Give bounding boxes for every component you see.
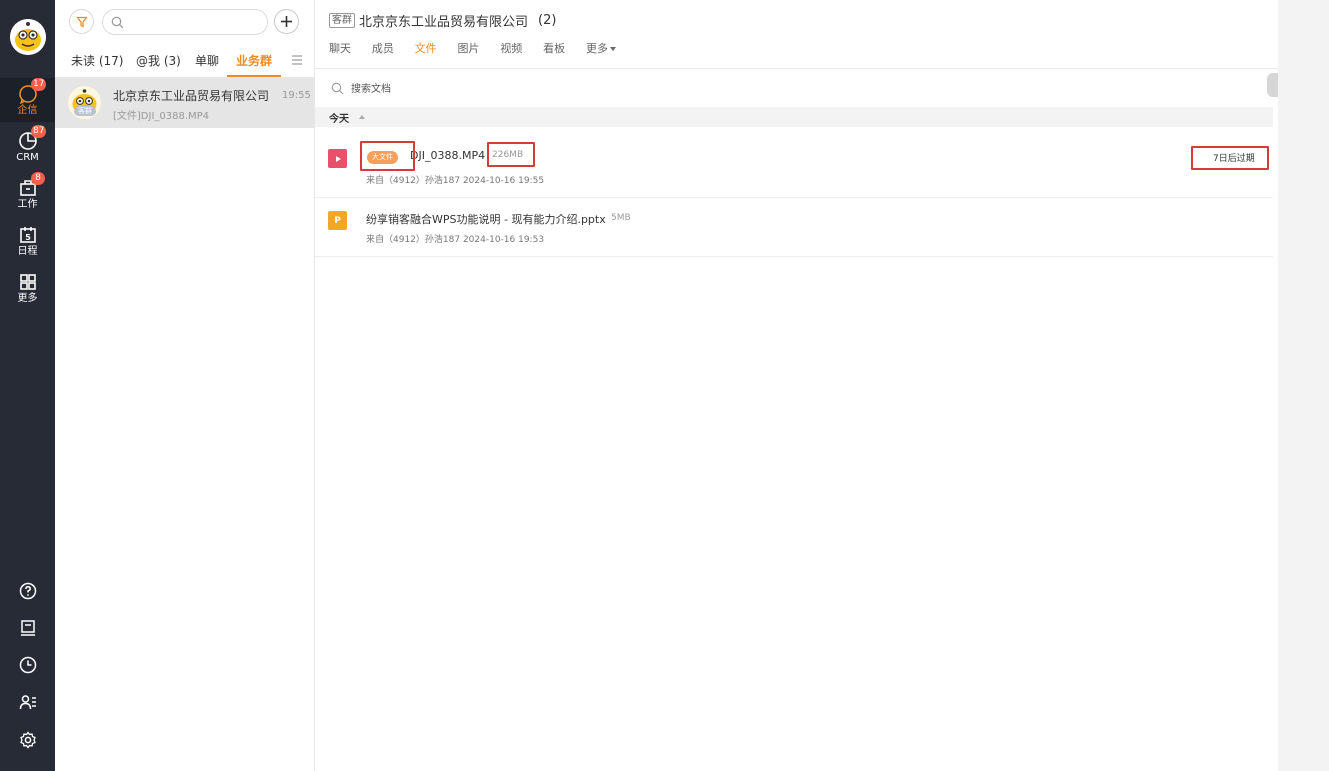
group-avatar: 客群: [68, 86, 101, 119]
document-search[interactable]: [329, 80, 929, 98]
right-side-strip: [1278, 0, 1329, 771]
notebook-icon: [20, 620, 35, 636]
add-button[interactable]: [274, 9, 299, 34]
tab-board[interactable]: 看板: [543, 40, 565, 56]
group-type-tag: 客群: [329, 12, 355, 28]
nav-crm-label: CRM: [16, 152, 39, 163]
conversation-panel: 未读 (17) @我 (3) 单聊 业务群 客群 北京京东工业品贸易有限公司 1…: [55, 0, 315, 771]
conversation-time: 19:55: [282, 90, 311, 101]
file-size: 226MB: [492, 150, 524, 160]
tab-mentions[interactable]: @我 (3): [136, 52, 181, 69]
file-row[interactable]: P 纷享销客融合WPS功能说明 - 现有能力介绍.pptx 5MB 来自（491…: [315, 198, 1273, 257]
chat-tabs: 聊天 成员 文件 图片 视频 看板 更多: [329, 40, 633, 56]
chat-panel: 客群 北京京东工业品贸易有限公司 (2) 聊天 成员 文件 图片 视频 看板 更…: [315, 0, 1278, 771]
file-size: 5MB: [611, 213, 631, 223]
tab-direct[interactable]: 单聊: [195, 52, 219, 69]
active-tab-indicator: [227, 75, 281, 77]
contacts-icon: [19, 695, 36, 710]
tab-members[interactable]: 成员: [372, 40, 394, 56]
tab-chat[interactable]: 聊天: [329, 40, 351, 56]
document-search-input[interactable]: [351, 80, 851, 98]
large-file-tag: 大文件: [367, 151, 398, 164]
caret-up-icon: [359, 115, 365, 119]
conversation-toolbar: [55, 0, 315, 44]
ppt-file-letter: P: [334, 215, 341, 226]
tab-more-label: 更多: [585, 42, 608, 55]
nav-rail: 企信 17 CRM 87 工作 8 5 日程 更多: [0, 0, 55, 771]
nav-more-label: 更多: [17, 293, 38, 304]
notes-button[interactable]: [0, 610, 55, 646]
file-meta: 来自（4912）孙浩187 2024-10-16 19:55: [366, 176, 545, 186]
tab-unread[interactable]: 未读 (17): [71, 52, 123, 69]
history-button[interactable]: [0, 647, 55, 683]
collapse-handle[interactable]: [1267, 73, 1278, 97]
settings-button[interactable]: [0, 722, 55, 758]
gear-icon: [19, 731, 36, 749]
calendar-day: 5: [25, 233, 31, 242]
tab-images[interactable]: 图片: [457, 40, 479, 56]
nav-schedule[interactable]: 5 日程: [0, 219, 55, 263]
conversation-search-input[interactable]: [127, 13, 263, 31]
nav-work-badge: 8: [31, 172, 45, 185]
nav-qixin-label: 企信: [17, 105, 38, 116]
search-icon: [331, 82, 344, 95]
nav-crm-badge: 87: [31, 125, 47, 138]
conversation-item[interactable]: 客群 北京京东工业品贸易有限公司 19:55 [文件]DJI_0388.MP4: [55, 78, 314, 128]
member-count: (2): [538, 12, 557, 28]
plus-icon: [281, 16, 292, 27]
section-header-today[interactable]: 今天: [315, 107, 1273, 127]
chat-title[interactable]: 北京京东工业品贸易有限公司: [359, 11, 528, 30]
tab-videos[interactable]: 视频: [500, 40, 522, 56]
menu-icon[interactable]: [291, 54, 303, 66]
help-button[interactable]: [0, 573, 55, 609]
nav-schedule-label: 日程: [17, 246, 38, 257]
chat-header: 客群 北京京东工业品贸易有限公司 (2): [329, 11, 557, 30]
clock-icon: [19, 656, 36, 674]
grid-icon: [19, 274, 36, 290]
contacts-button[interactable]: [0, 684, 55, 720]
conversation-name: 北京京东工业品贸易有限公司: [113, 89, 270, 103]
filter-icon: [75, 16, 88, 27]
tab-files[interactable]: 文件: [415, 40, 437, 56]
conversation-preview: [文件]DJI_0388.MP4: [113, 111, 210, 122]
tab-business-group[interactable]: 业务群: [236, 52, 272, 69]
calendar-icon: 5: [19, 227, 36, 243]
nav-qixin-badge: 17: [31, 78, 47, 91]
conversation-search[interactable]: [102, 9, 268, 35]
app-window: 企信 17 CRM 87 工作 8 5 日程 更多 未读 (17) @我 (3)…: [0, 0, 1329, 771]
nav-qixin[interactable]: 企信 17: [0, 78, 55, 122]
video-file-icon: [328, 149, 347, 168]
conversation-tabs: 未读 (17) @我 (3) 单聊 业务群: [55, 44, 315, 78]
section-label: 今天: [329, 114, 349, 125]
tab-more[interactable]: 更多: [586, 40, 616, 56]
file-name[interactable]: 纷享销客融合WPS功能说明 - 现有能力介绍.pptx: [366, 211, 606, 227]
header-divider: [315, 68, 1278, 69]
file-meta: 来自（4912）孙浩187 2024-10-16 19:53: [366, 235, 545, 245]
avatar-tag: 客群: [74, 106, 96, 116]
file-row[interactable]: 大文件 DJI_0388.MP4 226MB 来自（4912）孙浩187 202…: [315, 139, 1273, 198]
question-icon: [19, 582, 36, 600]
ppt-file-icon: P: [328, 211, 347, 230]
search-icon: [111, 16, 124, 29]
filter-button[interactable]: [69, 9, 94, 34]
file-expiry: 7日后过期: [1213, 154, 1255, 164]
nav-crm[interactable]: CRM 87: [0, 125, 55, 169]
caret-down-icon: [609, 47, 616, 51]
nav-more[interactable]: 更多: [0, 266, 55, 310]
nav-work[interactable]: 工作 8: [0, 172, 55, 216]
user-avatar[interactable]: [10, 19, 46, 55]
file-name[interactable]: DJI_0388.MP4: [410, 149, 485, 162]
nav-work-label: 工作: [17, 199, 38, 210]
